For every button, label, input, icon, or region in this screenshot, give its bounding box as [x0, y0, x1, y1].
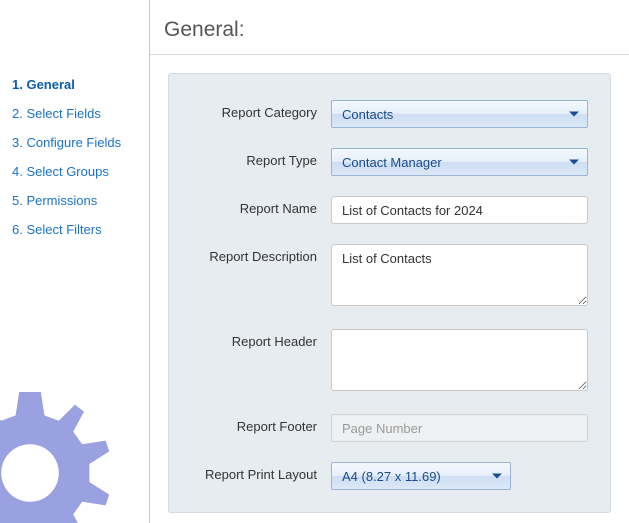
step-permissions[interactable]: 5. Permissions — [12, 186, 140, 215]
report-category-label: Report Category — [191, 100, 331, 120]
report-description-textarea[interactable] — [331, 244, 588, 306]
step-configure-fields[interactable]: 3. Configure Fields — [12, 128, 140, 157]
report-footer-label: Report Footer — [191, 414, 331, 434]
report-type-select[interactable]: Contact Manager — [331, 148, 588, 176]
report-print-layout-label: Report Print Layout — [191, 462, 331, 482]
report-category-select[interactable]: Contacts — [331, 100, 588, 128]
step-select-filters[interactable]: 6. Select Filters — [12, 215, 140, 244]
report-header-textarea[interactable] — [331, 329, 588, 391]
report-print-layout-select[interactable]: A4 (8.27 x 11.69) — [331, 462, 511, 490]
gear-icon — [0, 383, 120, 523]
report-name-label: Report Name — [191, 196, 331, 216]
report-name-input[interactable] — [331, 196, 588, 224]
report-header-label: Report Header — [191, 329, 331, 349]
general-form-panel: Report Category Contacts Report Type Con… — [168, 73, 611, 513]
chevron-down-icon — [492, 474, 502, 479]
main-content: General: Report Category Contacts Report… — [150, 0, 629, 523]
wizard-steps-sidebar: 1. General 2. Select Fields 3. Configure… — [0, 0, 150, 523]
report-footer-input: Page Number — [331, 414, 588, 442]
step-general[interactable]: 1. General — [12, 70, 140, 99]
sidebar-divider — [149, 0, 150, 523]
step-select-groups[interactable]: 4. Select Groups — [12, 157, 140, 186]
step-select-fields[interactable]: 2. Select Fields — [12, 99, 140, 128]
chevron-down-icon — [569, 112, 579, 117]
chevron-down-icon — [569, 160, 579, 165]
page-title: General: — [150, 0, 629, 55]
report-type-label: Report Type — [191, 148, 331, 168]
report-description-label: Report Description — [191, 244, 331, 264]
